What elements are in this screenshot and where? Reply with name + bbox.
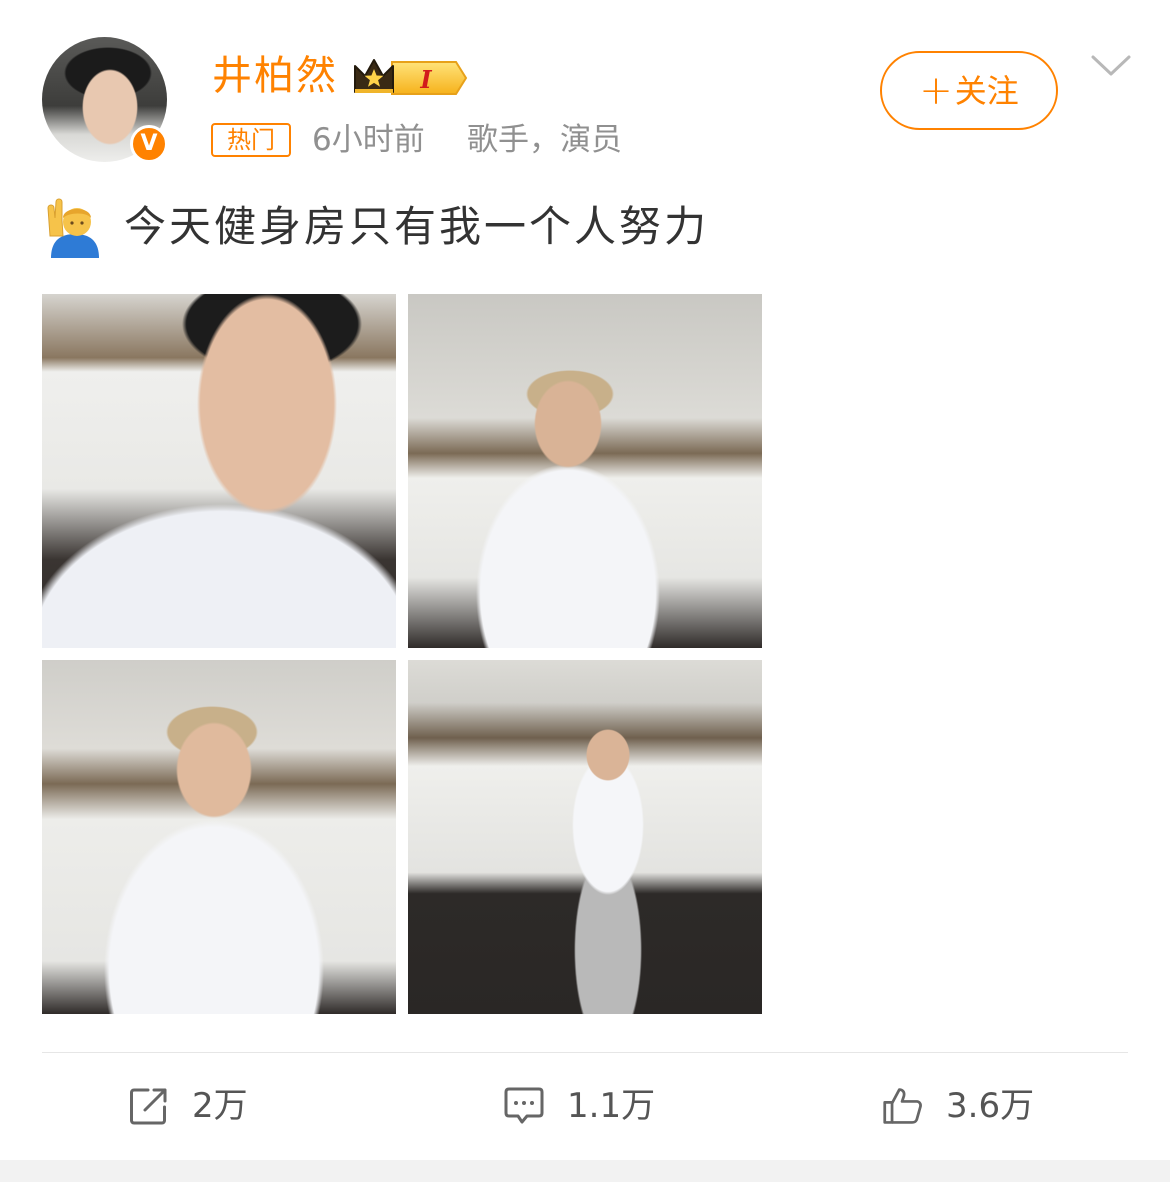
thumbs-up-icon <box>883 1088 922 1124</box>
comment-count: 1.1万 <box>567 1086 656 1126</box>
weibo-post-card: V 井柏然 I 热门 6小时前 歌手，演员 + 关注 今天健身房只有我一个人努力… <box>0 0 1170 1160</box>
divider <box>42 1052 1128 1053</box>
post-image-4[interactable] <box>408 660 762 1014</box>
post-image-3[interactable] <box>42 660 396 1014</box>
verified-badge: V <box>130 125 168 163</box>
repost-count: 2万 <box>192 1086 248 1126</box>
post-image-1[interactable] <box>42 294 396 648</box>
share-icon <box>130 1088 167 1125</box>
comment-icon <box>504 1087 544 1124</box>
comment-button[interactable]: 1.1万 <box>503 1080 655 1132</box>
like-count: 3.6万 <box>946 1086 1035 1126</box>
user-description: 歌手，演员 <box>467 122 622 158</box>
hot-tag: 热门 <box>211 123 291 157</box>
plus-icon: + <box>919 67 953 114</box>
post-caption: 今天健身房只有我一个人努力 <box>124 202 710 251</box>
post-image-2[interactable] <box>408 294 762 648</box>
like-button[interactable]: 3.6万 <box>882 1080 1034 1132</box>
member-level-number: I <box>419 65 432 94</box>
crown-icon <box>354 59 394 93</box>
follow-label: 关注 <box>954 71 1019 110</box>
chevron-down-icon[interactable] <box>1090 54 1132 78</box>
feed-separator <box>0 1160 1170 1182</box>
username[interactable]: 井柏然 <box>212 50 338 102</box>
raising-hand-emoji-icon <box>47 198 99 258</box>
post-time: 6小时前 <box>312 122 425 158</box>
follow-button[interactable]: + 关注 <box>880 51 1058 130</box>
repost-button[interactable]: 2万 <box>128 1080 248 1132</box>
member-level-badge[interactable]: I <box>352 56 470 100</box>
